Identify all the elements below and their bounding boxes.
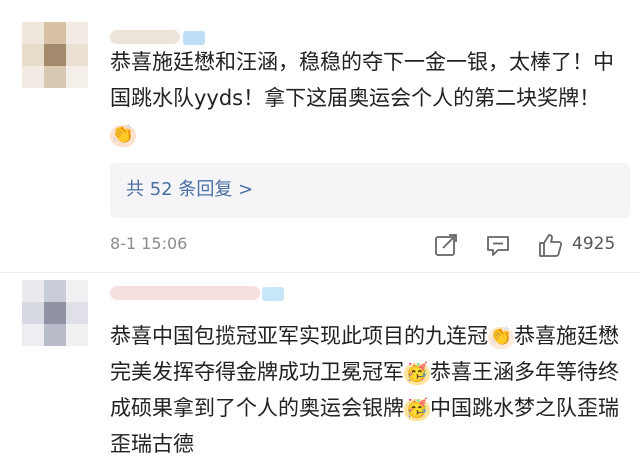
comment-icon[interactable]	[484, 231, 512, 259]
share-icon[interactable]	[432, 231, 460, 259]
username-redacted[interactable]	[110, 30, 180, 44]
comment-text: 恭喜中国包揽冠亚军实现此项目的九连冠👏恭喜施廷懋完美发挥夺得金牌成功卫冕冠军🥳恭…	[110, 324, 619, 456]
username-redacted[interactable]	[110, 286, 260, 300]
avatar[interactable]	[22, 280, 88, 346]
comment-text: 恭喜施廷懋和汪涵，稳稳的夺下一金一银，太棒了！中国跳水队yyds！拿下这届奥运会…	[110, 50, 614, 147]
clapping-hands-icon: 👏	[110, 124, 136, 147]
comment-meta: 8-1 15:06 4925	[110, 231, 630, 261]
party-face-icon: 🥳	[404, 398, 430, 421]
avatar[interactable]	[22, 22, 88, 88]
comment-item: 恭喜中国包揽冠亚军实现此项目的九连冠👏恭喜施廷懋完美发挥夺得金牌成功卫冕冠军🥳恭…	[0, 272, 640, 475]
like-count: 4925	[572, 234, 616, 254]
thumbs-up-icon[interactable]	[536, 231, 564, 259]
party-face-icon: 🥳	[404, 362, 430, 385]
view-replies-button[interactable]: 共 52 条回复 >	[110, 163, 630, 218]
comment-item: 恭喜施廷懋和汪涵，稳稳的夺下一金一银，太棒了！中国跳水队yyds！拿下这届奥运会…	[0, 0, 640, 272]
reply-count-label: 共 52 条回复 >	[126, 179, 254, 200]
clapping-hands-icon: 👏	[488, 326, 514, 349]
user-badge-icon	[262, 287, 284, 301]
user-badge-icon	[183, 31, 205, 45]
comment-time: 8-1 15:06	[110, 234, 188, 253]
